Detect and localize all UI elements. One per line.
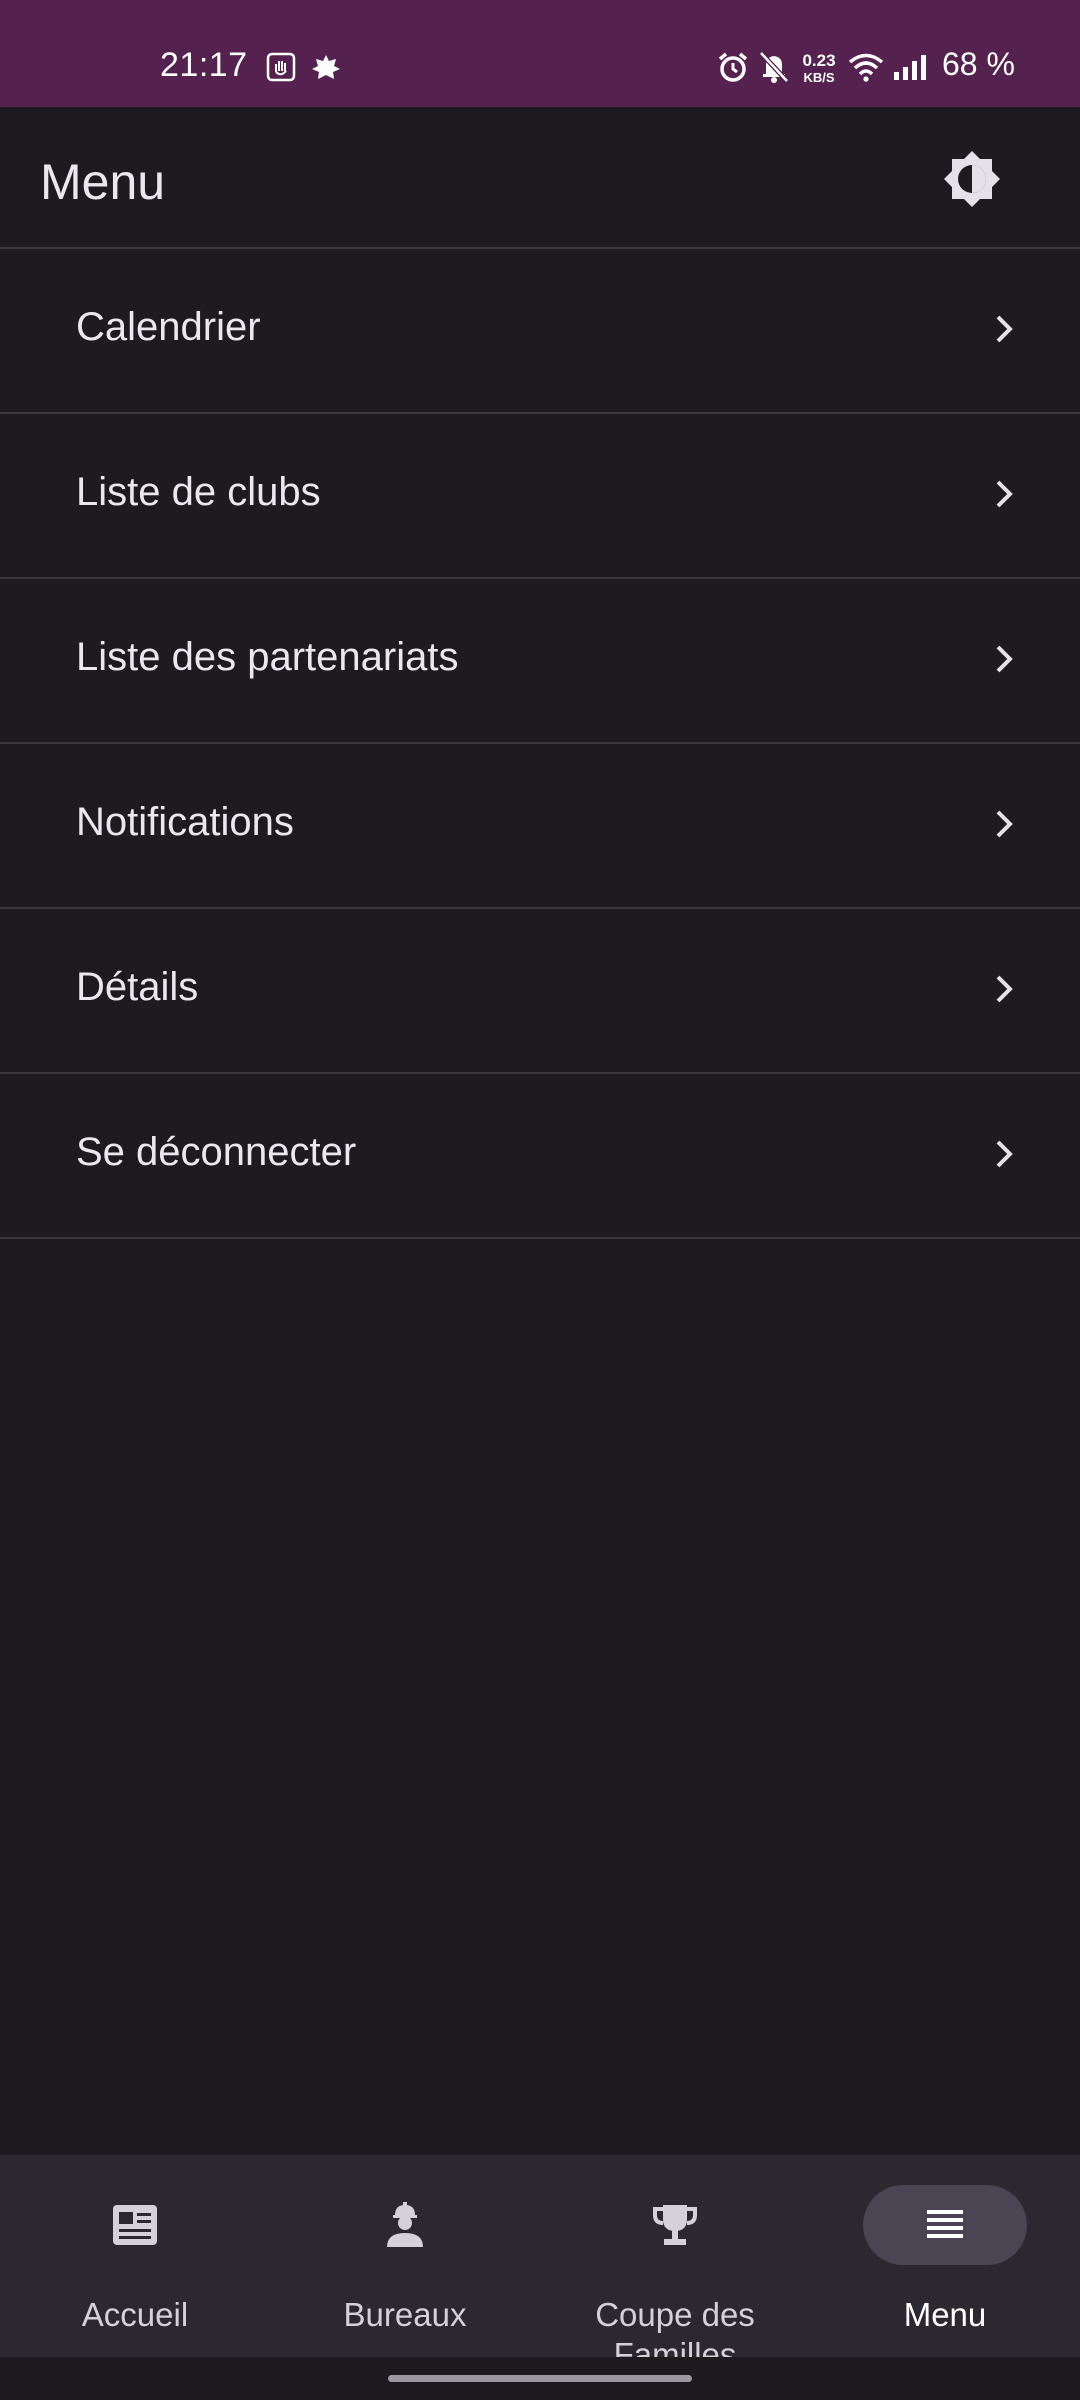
net-speed-unit: KB/S bbox=[803, 70, 835, 85]
gesture-handle[interactable] bbox=[388, 2375, 692, 2382]
nav-label: Menu bbox=[903, 2296, 987, 2333]
alarm-icon bbox=[716, 50, 750, 89]
chevron-right-icon bbox=[996, 1140, 1013, 1168]
chevron-right-icon bbox=[996, 810, 1013, 838]
nav-label: Accueil bbox=[81, 2296, 189, 2333]
chevron-right-icon bbox=[996, 480, 1013, 508]
battery-level: 68 % bbox=[942, 46, 1015, 82]
wifi-icon bbox=[848, 52, 884, 87]
menu-item-label: Se déconnecter bbox=[76, 1130, 357, 1174]
bell-off-icon bbox=[758, 50, 790, 89]
menu-item-liste-des-partenariats[interactable]: Liste des partenariats bbox=[0, 579, 1080, 744]
menu-item-details[interactable]: Détails bbox=[0, 909, 1080, 1074]
page-title: Menu bbox=[40, 154, 166, 210]
menu-item-label: Détails bbox=[76, 965, 199, 1009]
menu-item-calendrier[interactable]: Calendrier bbox=[0, 249, 1080, 414]
menu-item-label: Notifications bbox=[76, 800, 294, 844]
signal-icon bbox=[892, 54, 928, 87]
nav-item-coupe-des-familles[interactable]: Coupe des Familles bbox=[540, 2155, 810, 2373]
menu-item-label: Liste de clubs bbox=[76, 470, 321, 514]
menu-item-liste-de-clubs[interactable]: Liste de clubs bbox=[0, 414, 1080, 579]
nav-item-bureaux[interactable]: Bureaux bbox=[270, 2155, 540, 2357]
status-bar: 21:17 0.23 KB/S 68 % bbox=[0, 0, 1080, 107]
menu-item-label: Calendrier bbox=[76, 305, 261, 349]
leaf-app-icon bbox=[310, 52, 342, 87]
nav-item-accueil[interactable]: Accueil bbox=[0, 2155, 270, 2357]
nav-label: Bureaux bbox=[343, 2296, 467, 2333]
worker-icon bbox=[387, 2202, 423, 2247]
bottom-nav: Accueil Bureaux Coupe des Familles Menu bbox=[0, 2155, 1080, 2373]
chevron-right-icon bbox=[996, 315, 1013, 343]
chevron-right-icon bbox=[996, 645, 1013, 673]
nav-item-menu[interactable]: Menu bbox=[810, 2155, 1080, 2357]
app-bar: Menu bbox=[0, 107, 1080, 249]
newspaper-icon bbox=[113, 2205, 157, 2245]
menu-item-label: Liste des partenariats bbox=[76, 635, 459, 679]
menu-list: Calendrier Liste de clubs Liste des part… bbox=[0, 249, 1080, 1239]
trophy-icon bbox=[653, 2205, 697, 2245]
menu-lines-icon bbox=[927, 2210, 963, 2238]
menu-item-se-deconnecter[interactable]: Se déconnecter bbox=[0, 1074, 1080, 1239]
network-speed: 0.23 KB/S bbox=[797, 52, 841, 86]
net-speed-value: 0.23 bbox=[802, 51, 836, 70]
hand-app-icon bbox=[266, 52, 296, 87]
menu-item-notifications[interactable]: Notifications bbox=[0, 744, 1080, 909]
chevron-right-icon bbox=[996, 975, 1013, 1003]
gesture-area bbox=[0, 2357, 1080, 2400]
brightness-icon[interactable] bbox=[940, 147, 1004, 211]
status-time: 21:17 bbox=[160, 46, 248, 84]
